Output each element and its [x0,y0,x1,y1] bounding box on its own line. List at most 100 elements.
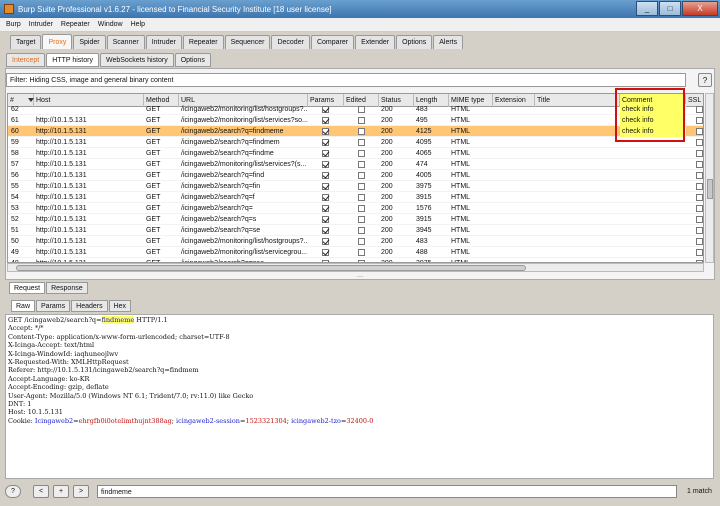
params-checkbox[interactable] [322,205,329,212]
scroll-thumb[interactable] [16,265,526,271]
ssl-checkbox[interactable] [696,183,703,190]
tab-response[interactable]: Response [46,282,88,294]
table-row[interactable]: 52 http://10.1.5.131 GET/icingaweb2/search… [8,214,703,225]
tab-intruder[interactable]: Intruder [145,35,182,49]
search-help-button[interactable]: ? [5,484,21,498]
table-row[interactable]: 59 http://10.1.5.131 GET/icingaweb2/search… [8,137,703,148]
help-button[interactable]: ? [698,73,712,87]
table-row[interactable]: 62 GET/icingaweb2/monitoring/list/hostgro… [8,104,703,115]
table-row[interactable]: 53 http://10.1.5.131 GET/icingaweb2/search… [8,203,703,214]
edited-checkbox[interactable] [358,194,365,201]
table-row[interactable]: 49 http://10.1.5.131 GET/icingaweb2/monito… [8,247,703,258]
edited-checkbox[interactable] [358,183,365,190]
params-checkbox[interactable] [322,139,329,146]
edited-checkbox[interactable] [358,227,365,234]
params-checkbox[interactable] [322,194,329,201]
edited-checkbox[interactable] [358,205,365,212]
ssl-checkbox[interactable] [696,117,703,124]
table-row[interactable]: 50 http://10.1.5.131 GET/icingaweb2/monito… [8,236,703,247]
params-checkbox[interactable] [322,106,329,113]
search-next-button[interactable]: > [73,484,89,498]
menu-window[interactable]: Window [98,21,123,28]
tab-request[interactable]: Request [9,282,46,294]
ssl-checkbox[interactable] [696,216,703,223]
table-row[interactable]: 57 http://10.1.5.131 GET/icingaweb2/monito… [8,159,703,170]
tab-intercept[interactable]: Intercept [6,53,46,67]
params-checkbox[interactable] [322,150,329,157]
table-row[interactable]: 51 http://10.1.5.131 GET/icingaweb2/search… [8,225,703,236]
ssl-checkbox[interactable] [696,227,703,234]
edited-checkbox[interactable] [358,238,365,245]
pane-splitter[interactable]: .... [352,273,368,279]
ssl-checkbox[interactable] [696,172,703,179]
ssl-checkbox[interactable] [696,205,703,212]
table-horizontal-scrollbar[interactable] [7,263,704,272]
ssl-checkbox[interactable] [696,128,703,135]
ssl-checkbox[interactable] [696,249,703,256]
edited-checkbox[interactable] [358,106,365,113]
tab-headers[interactable]: Headers [71,300,108,312]
cell-comment [620,170,686,181]
table-row[interactable]: 58 http://10.1.5.131 GET/icingaweb2/search… [8,148,703,159]
edited-checkbox[interactable] [358,216,365,223]
request-editor[interactable]: GET /icingaweb2/search?q=findmeme HTTP/1… [5,314,714,479]
ssl-checkbox[interactable] [696,106,703,113]
ssl-checkbox[interactable] [696,139,703,146]
edited-checkbox[interactable] [358,249,365,256]
tab-comparer[interactable]: Comparer [310,35,355,49]
params-checkbox[interactable] [322,183,329,190]
filter-bar[interactable]: Filter: Hiding CSS, image and general bi… [6,73,686,87]
tab-proxy-options[interactable]: Options [174,53,211,67]
tab-extender[interactable]: Extender [355,35,396,49]
ssl-checkbox[interactable] [696,161,703,168]
search-add-button[interactable]: + [53,484,69,498]
menu-help[interactable]: Help [131,21,145,28]
edited-checkbox[interactable] [358,117,365,124]
menu-burp[interactable]: Burp [6,21,21,28]
params-checkbox[interactable] [322,238,329,245]
params-checkbox[interactable] [322,216,329,223]
ssl-checkbox[interactable] [696,150,703,157]
params-checkbox[interactable] [322,128,329,135]
ssl-checkbox[interactable] [696,194,703,201]
tab-scanner[interactable]: Scanner [106,35,145,49]
params-checkbox[interactable] [322,161,329,168]
maximize-button[interactable]: □ [659,1,681,16]
menu-intruder[interactable]: Intruder [29,21,53,28]
scroll-thumb[interactable] [707,179,713,199]
table-row[interactable]: 61 http://10.1.5.131 GET/icingaweb2/monito… [8,115,703,126]
table-row[interactable]: 55 http://10.1.5.131 GET/icingaweb2/search… [8,181,703,192]
params-checkbox[interactable] [322,172,329,179]
ssl-checkbox[interactable] [696,238,703,245]
tab-proxy[interactable]: Proxy [42,34,73,49]
tab-sequencer[interactable]: Sequencer [224,35,271,49]
tab-decoder[interactable]: Decoder [271,35,310,49]
menu-repeater[interactable]: Repeater [61,21,90,28]
table-vertical-scrollbar[interactable] [705,93,714,263]
edited-checkbox[interactable] [358,139,365,146]
params-checkbox[interactable] [322,227,329,234]
minimize-button[interactable]: _ [636,1,658,16]
tab-websockets-history[interactable]: WebSockets history [99,53,174,67]
close-button[interactable]: X [682,1,718,16]
table-row[interactable]: 56 http://10.1.5.131 GET/icingaweb2/search… [8,170,703,181]
search-input[interactable]: findmeme [97,484,677,498]
edited-checkbox[interactable] [358,172,365,179]
params-checkbox[interactable] [322,249,329,256]
tab-options[interactable]: Options [396,35,433,49]
table-row[interactable]: 60 http://10.1.5.131 GET/icingaweb2/search… [8,126,703,137]
tab-params[interactable]: Params [36,300,71,312]
params-checkbox[interactable] [322,117,329,124]
edited-checkbox[interactable] [358,150,365,157]
tab-repeater[interactable]: Repeater [182,35,224,49]
tab-hex[interactable]: Hex [108,300,132,312]
edited-checkbox[interactable] [358,161,365,168]
tab-spider[interactable]: Spider [73,35,106,49]
tab-raw[interactable]: Raw [11,300,36,312]
search-previous-button[interactable]: < [33,484,49,498]
tab-alerts[interactable]: Alerts [433,35,464,49]
edited-checkbox[interactable] [358,128,365,135]
tab-target[interactable]: Target [10,35,42,49]
tab-http-history[interactable]: HTTP history [46,53,99,67]
table-row[interactable]: 54 http://10.1.5.131 GET/icingaweb2/search… [8,192,703,203]
